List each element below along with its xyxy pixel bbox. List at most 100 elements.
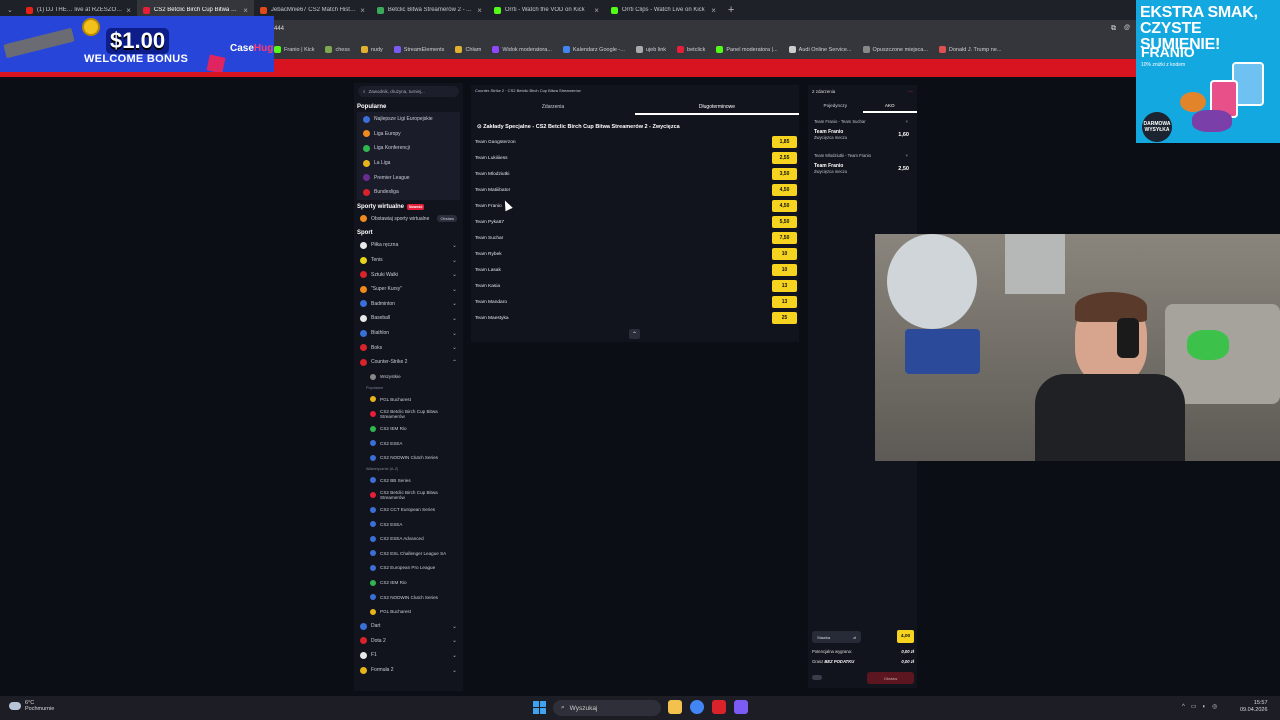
weather-widget[interactable]: 6°C Pochmurnie: [25, 700, 54, 712]
taskbar-clock[interactable]: 15:57 09.04.2026: [1240, 700, 1268, 714]
sidebar-item[interactable]: Sztuki Walki ⌄: [354, 267, 463, 282]
new-tab-button[interactable]: +: [722, 4, 740, 16]
sidebar-item[interactable]: "Super Kursy" ⌄: [354, 282, 463, 297]
sidebar-item[interactable]: Biathlon ⌄: [354, 326, 463, 341]
franio-ad-banner[interactable]: EKSTRA SMAK, CZYSTE SUMIENIE! FRANIO 10%…: [1136, 0, 1280, 143]
quick-bet-toggle[interactable]: [812, 675, 822, 680]
sidebar-item[interactable]: Najlepsze Ligi Europejskie: [357, 112, 460, 127]
sidebar-item[interactable]: Tenis ⌄: [354, 253, 463, 268]
profile-icon[interactable]: @: [1124, 25, 1130, 31]
odds-button[interactable]: 10: [772, 264, 797, 276]
sidebar-item[interactable]: Formuła 2 ⌄: [354, 663, 463, 678]
sidebar-item[interactable]: PGL Bucharest: [354, 392, 463, 407]
app-icon[interactable]: [712, 700, 726, 714]
bookmark-item[interactable]: Franio | Kick: [274, 46, 314, 53]
close-tab-icon[interactable]: ×: [594, 6, 599, 15]
tab-long-term[interactable]: Długoterminowe: [635, 102, 799, 115]
sidebar-item[interactable]: Dart ⌄: [354, 619, 463, 634]
sidebar-item[interactable]: Premier League: [357, 170, 460, 185]
odds-button[interactable]: 10: [772, 248, 797, 260]
browser-tab[interactable]: Orrti - Watch the VOD on Kick ×: [488, 0, 605, 20]
sidebar-item[interactable]: Bundesliga: [357, 184, 460, 200]
sidebar-item[interactable]: Boks ⌄: [354, 340, 463, 355]
sidebar-item[interactable]: CS2 ESEA: [354, 436, 463, 451]
browser-tab[interactable]: Orrti Clips - Watch Live on Kick ×: [605, 0, 722, 20]
odds-button[interactable]: 2,55: [772, 152, 797, 164]
extensions-icon[interactable]: ⧉: [1111, 25, 1116, 33]
tab-list-chevron-icon[interactable]: ⌄: [0, 6, 20, 14]
sidebar-item[interactable]: Baseball ⌄: [354, 311, 463, 326]
odds-button[interactable]: 1,85: [772, 136, 797, 148]
sidebar-item[interactable]: CS2 European Pro League: [354, 561, 463, 576]
odds-button[interactable]: 5,50: [772, 216, 797, 228]
breadcrumb[interactable]: Counter-Strike 2 · CS2 Betclic Birch Cup…: [475, 88, 581, 93]
odds-button[interactable]: 25: [772, 312, 797, 324]
bookmark-item[interactable]: betclick: [677, 46, 705, 53]
sidebar-item[interactable]: Piłka ręczna ⌄: [354, 238, 463, 253]
bookmark-item[interactable]: Widok moderatora...: [492, 46, 552, 53]
bookmark-item[interactable]: StreamElements: [393, 46, 444, 53]
sidebar-item[interactable]: CS2 ESEA Advanced: [354, 531, 463, 546]
bookmark-item[interactable]: Opuszczone miejsca...: [862, 46, 928, 53]
sidebar-item[interactable]: Dota 2 ⌄: [354, 634, 463, 649]
sidebar-item[interactable]: F1 ⌄: [354, 648, 463, 663]
sidebar-item[interactable]: Badminton ⌄: [354, 297, 463, 312]
tab-accumulator[interactable]: AKO: [862, 101, 917, 113]
sidebar-item[interactable]: CS2 BB Series: [354, 473, 463, 488]
sidebar-search-input[interactable]: ⌕ Zawodnik, drużyna, turniej...: [358, 86, 459, 97]
sidebar-item[interactable]: CS2 IEM Rio: [354, 421, 463, 436]
taskbar-search[interactable]: ⌕ Wyszukaj: [553, 700, 661, 716]
market-title[interactable]: ⊙ Zakłady Specjalne - CS2 Betclic Birch …: [477, 124, 680, 130]
sidebar-item[interactable]: CS2 Betclic Birch Cup Bitwa Streamerów: [354, 407, 463, 422]
odds-button[interactable]: 4,50: [772, 184, 797, 196]
close-tab-icon[interactable]: ×: [477, 6, 482, 15]
bookmark-item[interactable]: Audi Online Service...: [788, 46, 852, 53]
close-tab-icon[interactable]: ×: [243, 6, 248, 15]
sidebar-item[interactable]: Counter-Strike 2 ⌃: [354, 355, 463, 370]
sidebar-item[interactable]: CS2 NODWIN Clutch Series: [354, 450, 463, 465]
close-tab-icon[interactable]: ×: [126, 6, 131, 15]
sidebar-item[interactable]: PGL Bucharest: [354, 604, 463, 619]
odds-button[interactable]: 7,50: [772, 232, 797, 244]
collapse-chevron-icon[interactable]: ⌃: [629, 329, 640, 339]
remove-selection-icon[interactable]: ×: [906, 153, 908, 158]
close-tab-icon[interactable]: ×: [711, 6, 716, 15]
casehug-ad-banner[interactable]: $1.00 WELCOME BONUS CaseHug: [0, 16, 274, 72]
close-tab-icon[interactable]: ×: [360, 6, 365, 15]
virtual-bet-button[interactable]: Obstaw: [437, 215, 457, 223]
sidebar-item[interactable]: CS2 ESL Challenger League SA: [354, 546, 463, 561]
browser-tab[interactable]: Betclic Bitwa Streamerów 2 - A… ×: [371, 0, 488, 20]
bookmark-item[interactable]: ujeb link: [635, 46, 666, 53]
tab-events[interactable]: Zdarzenia: [471, 102, 635, 115]
sidebar-item[interactable]: Liga Europy: [357, 126, 460, 142]
address-text[interactable]: 444: [274, 26, 284, 32]
sidebar-item[interactable]: CS2 ESEA: [354, 517, 463, 532]
bookmark-item[interactable]: nudy: [360, 46, 383, 53]
cs-all-item[interactable]: Wszystkie: [354, 370, 463, 385]
bookmark-item[interactable]: Kalendarz Google -...: [562, 46, 625, 53]
place-bet-button[interactable]: Obstaw: [867, 672, 914, 684]
file-explorer-icon[interactable]: [668, 700, 682, 714]
virtual-sports-item[interactable]: Obstawiaj sporty wirtualne Obstaw: [354, 212, 463, 227]
odds-button[interactable]: 4,50: [772, 200, 797, 212]
sidebar-item[interactable]: La Liga: [357, 155, 460, 171]
sidebar-item[interactable]: CS2 Betclic Birch Cup Bitwa Streamerów: [354, 488, 463, 503]
sidebar-item[interactable]: CS2 IEM Rio: [354, 575, 463, 590]
bookmark-item[interactable]: chess: [325, 46, 350, 53]
odds-button[interactable]: 3,50: [772, 168, 797, 180]
windows-start-icon[interactable]: [533, 701, 546, 714]
clear-slip-icon[interactable]: —: [909, 89, 914, 94]
discord-icon[interactable]: [734, 700, 748, 714]
bookmark-item[interactable]: Donald J. Trump ne...: [938, 46, 1001, 53]
bookmark-item[interactable]: Chłam: [455, 46, 481, 53]
tray-icons[interactable]: ^▭◐◎: [1182, 703, 1223, 710]
bookmark-item[interactable]: Panel moderatora |...: [716, 46, 778, 53]
sidebar-item[interactable]: CS2 CCT European Series: [354, 502, 463, 517]
stake-input[interactable]: Stawka zł: [812, 631, 861, 643]
sidebar-item[interactable]: CS2 NODWIN Clutch Series: [354, 590, 463, 605]
odds-button[interactable]: 13: [772, 296, 797, 308]
tab-single[interactable]: Pojedynczy: [808, 101, 863, 113]
chrome-icon[interactable]: [690, 700, 704, 714]
remove-selection-icon[interactable]: ×: [906, 119, 908, 124]
odds-button[interactable]: 13: [772, 280, 797, 292]
